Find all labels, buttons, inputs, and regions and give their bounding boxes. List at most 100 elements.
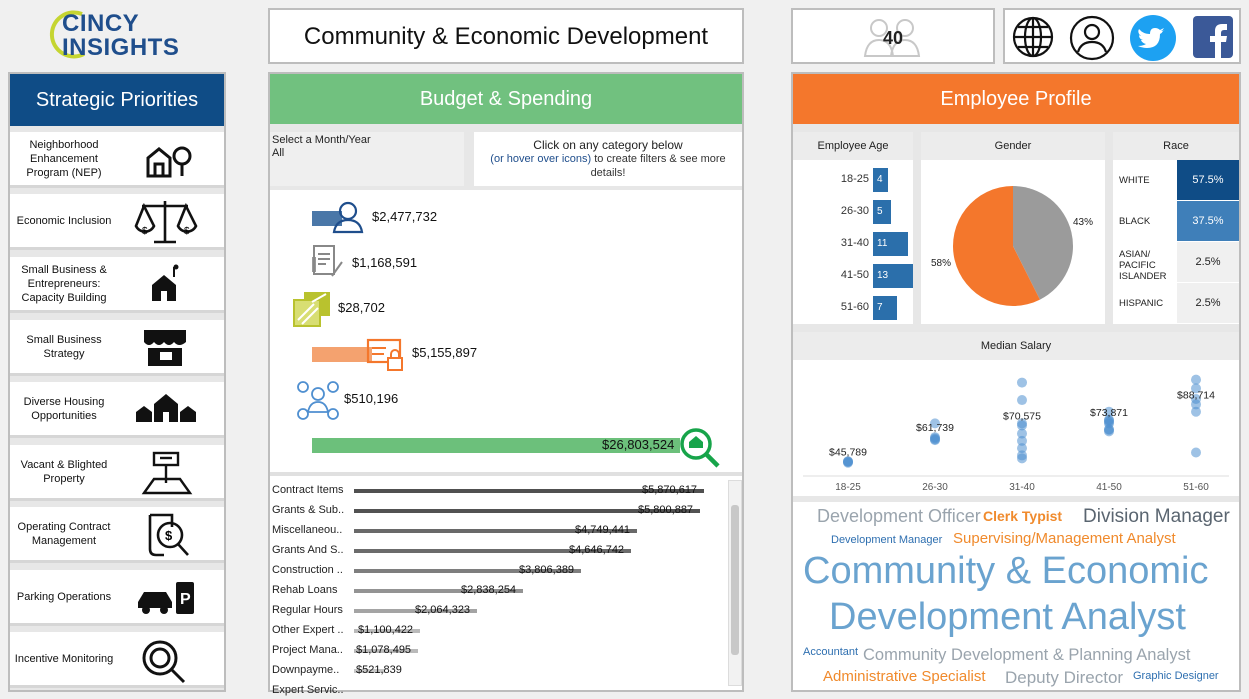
line-item-value: $4,646,742	[569, 544, 625, 556]
month-year-filter[interactable]: Select a Month/Year All	[270, 132, 464, 186]
age-bar[interactable]: 5	[873, 200, 891, 224]
job-title-word[interactable]: Administrative Specialist	[823, 668, 986, 685]
filter-hint: Click on any category below (or hover ov…	[474, 132, 742, 186]
priority-label: Incentive Monitoring	[14, 653, 114, 665]
age-bar[interactable]: 13	[873, 264, 914, 288]
line-item-label[interactable]: Regular Hours	[272, 604, 348, 616]
race-label: BLACK	[1119, 216, 1151, 227]
employee-count: 40	[883, 28, 904, 48]
line-item-label[interactable]: Expert Servic..	[272, 684, 348, 696]
scrollbar[interactable]	[728, 480, 742, 686]
job-title-word[interactable]: Clerk Typist	[983, 508, 1062, 524]
salary-point[interactable]	[1017, 377, 1027, 388]
category-bar-fixed-charges[interactable]	[312, 347, 372, 362]
line-item-label[interactable]: Other Expert ..	[272, 624, 348, 636]
race-value-cell[interactable]: 57.5%	[1177, 160, 1239, 200]
priority-item-diverse-housing[interactable]: Diverse Housing Opportunities	[10, 382, 224, 438]
category-value: $2,477,732	[372, 209, 438, 224]
race-value-cell[interactable]: 2.5%	[1177, 242, 1239, 282]
neighborhood-icon	[136, 394, 196, 422]
job-title-word[interactable]: Graphic Designer	[1133, 670, 1219, 682]
salary-point[interactable]	[1017, 395, 1027, 406]
age-bar[interactable]: 11	[873, 232, 908, 256]
priority-item-small-business-strategy[interactable]: Small Business Strategy	[10, 320, 224, 376]
job-title-word[interactable]: Community Development & Planning Analyst	[863, 646, 1190, 665]
salary-axis-tick: 31-40	[1009, 482, 1035, 493]
priority-item-vacant-blighted[interactable]: Vacant & Blighted Property	[10, 445, 224, 501]
job-title-word[interactable]: Division Manager	[1083, 506, 1230, 528]
globe-icon[interactable]	[1011, 15, 1055, 59]
personnel-icon[interactable]	[330, 200, 364, 234]
line-item-label[interactable]: Miscellaneou..	[272, 524, 348, 536]
twitter-icon[interactable]	[1129, 14, 1177, 62]
house-flag-icon	[152, 264, 179, 301]
job-title-word[interactable]: Community & Economic	[803, 550, 1208, 593]
salary-axis-tick: 51-60	[1183, 482, 1209, 493]
line-item-value: $521,839	[356, 664, 402, 676]
line-item-label[interactable]: Grants And S..	[272, 544, 348, 556]
priority-item-parking[interactable]: Parking Operations P	[10, 570, 224, 626]
age-bar[interactable]: 4	[873, 168, 889, 192]
salary-point[interactable]	[1191, 374, 1201, 385]
priority-item-economic-inclusion[interactable]: Economic Inclusion $ $	[10, 194, 224, 250]
job-title-word[interactable]: Deputy Director	[1005, 668, 1123, 688]
services-icon[interactable]	[296, 380, 340, 422]
page-title: Community & Economic Development	[303, 23, 709, 50]
materials-icon[interactable]	[292, 290, 332, 328]
job-title-word[interactable]: Supervising/Management Analyst	[953, 530, 1176, 547]
user-icon[interactable]	[1069, 15, 1115, 61]
logo-line1: CINCY	[62, 10, 140, 37]
filter-value: All	[272, 147, 285, 159]
age-group-label: 18-25	[840, 173, 869, 185]
job-title-word[interactable]: Development Analyst	[829, 596, 1186, 639]
job-title-word[interactable]: Development Officer	[817, 506, 981, 527]
priority-item-incentive[interactable]: Incentive Monitoring	[10, 632, 224, 688]
documents-icon[interactable]	[310, 244, 344, 280]
total-search-icon[interactable]	[678, 426, 722, 468]
line-item-value: $1,078,495	[356, 644, 412, 656]
salary-median-label: $73,871	[1090, 407, 1128, 419]
line-item-label[interactable]: Project Mana..	[272, 644, 348, 656]
job-title-word[interactable]: Development Manager	[831, 534, 942, 546]
budget-title: Budget & Spending	[270, 74, 742, 124]
job-title-word[interactable]: Accountant	[803, 646, 858, 658]
salary-point[interactable]	[1191, 406, 1201, 417]
cincy-insights-logo[interactable]: CINCY INSIGHTS	[46, 6, 196, 66]
race-value-cell[interactable]: 2.5%	[1177, 283, 1239, 323]
salary-point[interactable]	[1017, 453, 1027, 464]
gender-pie[interactable]	[951, 184, 1075, 308]
scrollbar-thumb[interactable]	[731, 505, 739, 655]
job-title-word-cloud: Development Officer Clerk Typist Divisio…	[793, 502, 1239, 690]
priority-item-nep[interactable]: Neighborhood Enhancement Program (NEP)	[10, 132, 224, 188]
race-value-cell[interactable]: 37.5%	[1177, 201, 1239, 241]
race-label: WHITE	[1119, 175, 1150, 186]
salary-median-label: $70,575	[1003, 410, 1041, 422]
line-item-label[interactable]: Contract Items	[272, 484, 348, 496]
priority-item-operating-contract[interactable]: Operating Contract Management $	[10, 507, 224, 563]
gender-title: Gender	[921, 132, 1105, 160]
line-item-label[interactable]: Grants & Sub..	[272, 504, 348, 516]
salary-point[interactable]	[930, 434, 940, 445]
salary-point[interactable]	[1104, 426, 1114, 437]
svg-text:$: $	[142, 226, 148, 237]
salary-median-label: $45,789	[829, 447, 867, 459]
age-bar[interactable]: 7	[873, 296, 897, 320]
line-item-label[interactable]: Construction ..	[272, 564, 348, 576]
line-item-label[interactable]: Rehab Loans	[272, 584, 348, 596]
scales-icon: $ $	[134, 201, 198, 244]
priority-label: Operating Contract Management	[17, 521, 111, 547]
line-item-label[interactable]: Downpayme..	[272, 664, 348, 676]
salary-point[interactable]	[1191, 447, 1201, 458]
median-salary-title: Median Salary	[793, 332, 1239, 360]
gender-chart: Gender 58% 43%	[921, 132, 1105, 324]
hint-link[interactable]: (or hover over icons)	[490, 153, 591, 165]
category-value: $1,168,591	[352, 255, 418, 270]
parking-icon: P	[138, 582, 194, 614]
salary-axis-tick: 18-25	[835, 482, 861, 493]
priority-item-small-business-capacity[interactable]: Small Business & Entrepreneurs: Capacity…	[10, 257, 224, 313]
age-group-label: 41-50	[840, 269, 869, 281]
line-item-value: $5,800,887	[638, 504, 694, 516]
salary-axis-tick: 26-30	[922, 482, 948, 493]
facebook-icon[interactable]	[1191, 14, 1235, 60]
fixed-charges-icon[interactable]	[366, 336, 406, 374]
